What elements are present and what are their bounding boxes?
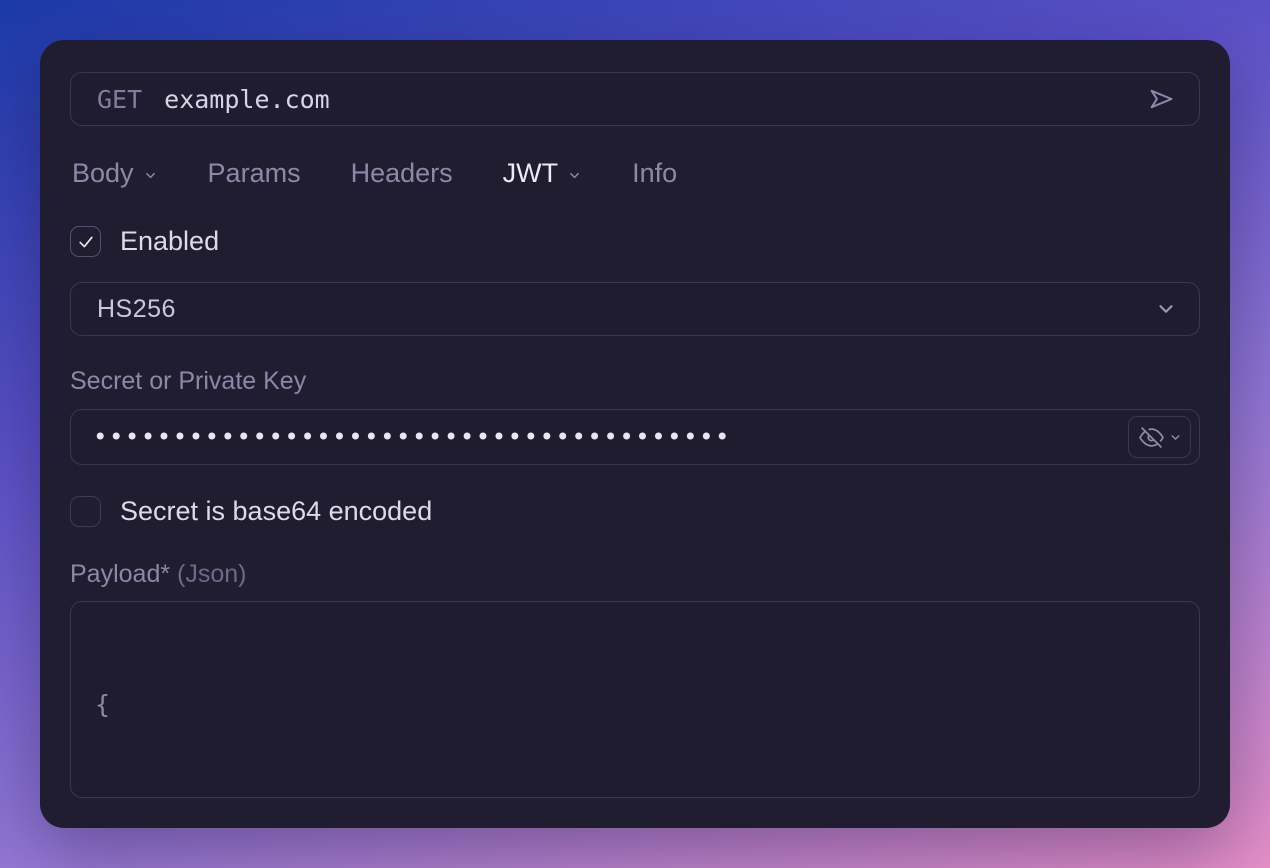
tab-jwt-label: JWT	[503, 158, 558, 189]
base64-row: Secret is base64 encoded	[70, 496, 1200, 527]
chevron-down-icon	[1155, 298, 1177, 320]
payload-code[interactable]: { "sub": "user_123", "iat": 1721433600, …	[95, 615, 396, 798]
send-icon	[1147, 85, 1175, 113]
reveal-secret-button[interactable]	[1128, 416, 1191, 458]
url-input[interactable]: example.com	[164, 85, 1121, 114]
payload-editor[interactable]: { "sub": "user_123", "iat": 1721433600, …	[70, 601, 1200, 798]
chevron-down-icon	[567, 168, 582, 183]
payload-label: Payload* (Json)	[70, 560, 1200, 589]
send-button[interactable]	[1143, 81, 1179, 117]
url-bar[interactable]: GET example.com	[70, 72, 1200, 126]
request-tab-bar: Body Params Headers JWT Info	[72, 158, 1200, 189]
base64-label: Secret is base64 encoded	[120, 496, 432, 527]
enabled-checkbox[interactable]	[70, 226, 101, 257]
tab-body-label: Body	[72, 158, 134, 189]
eye-off-icon	[1139, 425, 1164, 450]
payload-label-text: Payload*	[70, 560, 170, 588]
tab-params-label: Params	[208, 158, 301, 189]
chevron-down-icon	[143, 168, 158, 183]
secret-key-label: Secret or Private Key	[70, 367, 1200, 396]
chevron-down-icon	[1169, 431, 1182, 444]
tab-body[interactable]: Body	[72, 158, 158, 189]
tab-info[interactable]: Info	[632, 158, 677, 189]
secret-key-input[interactable]: ••••••••••••••••••••••••••••••••••••••••	[70, 409, 1200, 465]
tab-headers[interactable]: Headers	[351, 158, 453, 189]
tab-info-label: Info	[632, 158, 677, 189]
tab-jwt[interactable]: JWT	[503, 158, 582, 189]
enabled-row: Enabled	[70, 226, 1200, 257]
enabled-label: Enabled	[120, 226, 219, 257]
algorithm-select[interactable]: HS256	[70, 282, 1200, 336]
payload-format-hint-text: (Json)	[177, 560, 246, 588]
desktop-background: { "request_bar": { "method": "GET", "url…	[0, 0, 1270, 868]
algorithm-value: HS256	[97, 295, 176, 324]
tab-params[interactable]: Params	[208, 158, 301, 189]
http-method-select[interactable]: GET	[97, 85, 142, 114]
secret-masked-value[interactable]: ••••••••••••••••••••••••••••••••••••••••	[93, 409, 1128, 465]
base64-checkbox[interactable]	[70, 496, 101, 527]
code-line: {	[95, 687, 396, 723]
tab-headers-label: Headers	[351, 158, 453, 189]
request-panel: GET example.com Body Params Headers JWT	[40, 40, 1230, 828]
code-line: "sub": "user_123",	[95, 795, 396, 798]
checkmark-icon	[76, 232, 96, 252]
